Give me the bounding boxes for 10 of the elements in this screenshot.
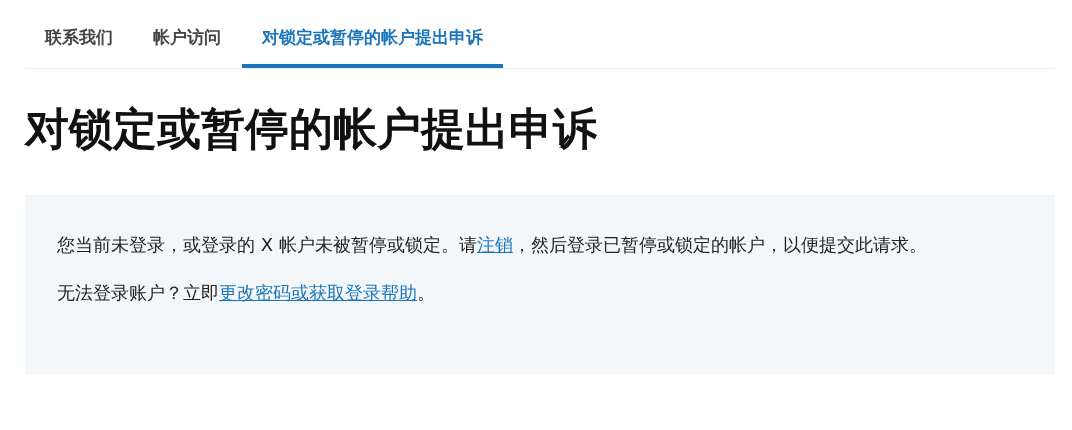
- paragraph-text: ，然后登录已暂停或锁定的帐户，以便提交此请求。: [512, 234, 927, 255]
- tab[interactable]: 联系我们: [25, 22, 133, 68]
- page-heading: 对锁定或暂停的帐户提出申诉: [25, 102, 598, 156]
- tab[interactable]: 对锁定或暂停的帐户提出申诉: [242, 22, 503, 68]
- tab[interactable]: 帐户访问: [133, 22, 241, 68]
- link[interactable]: 更改密码或获取登录帮助: [219, 282, 417, 303]
- paragraph-text: 您当前未登录，或登录的 X 帐户未被暂停或锁定。请: [57, 234, 477, 255]
- paragraph-text: 。: [417, 282, 435, 303]
- paragraph-text: 无法登录账户？立即: [57, 282, 219, 303]
- link[interactable]: 注销: [476, 234, 513, 255]
